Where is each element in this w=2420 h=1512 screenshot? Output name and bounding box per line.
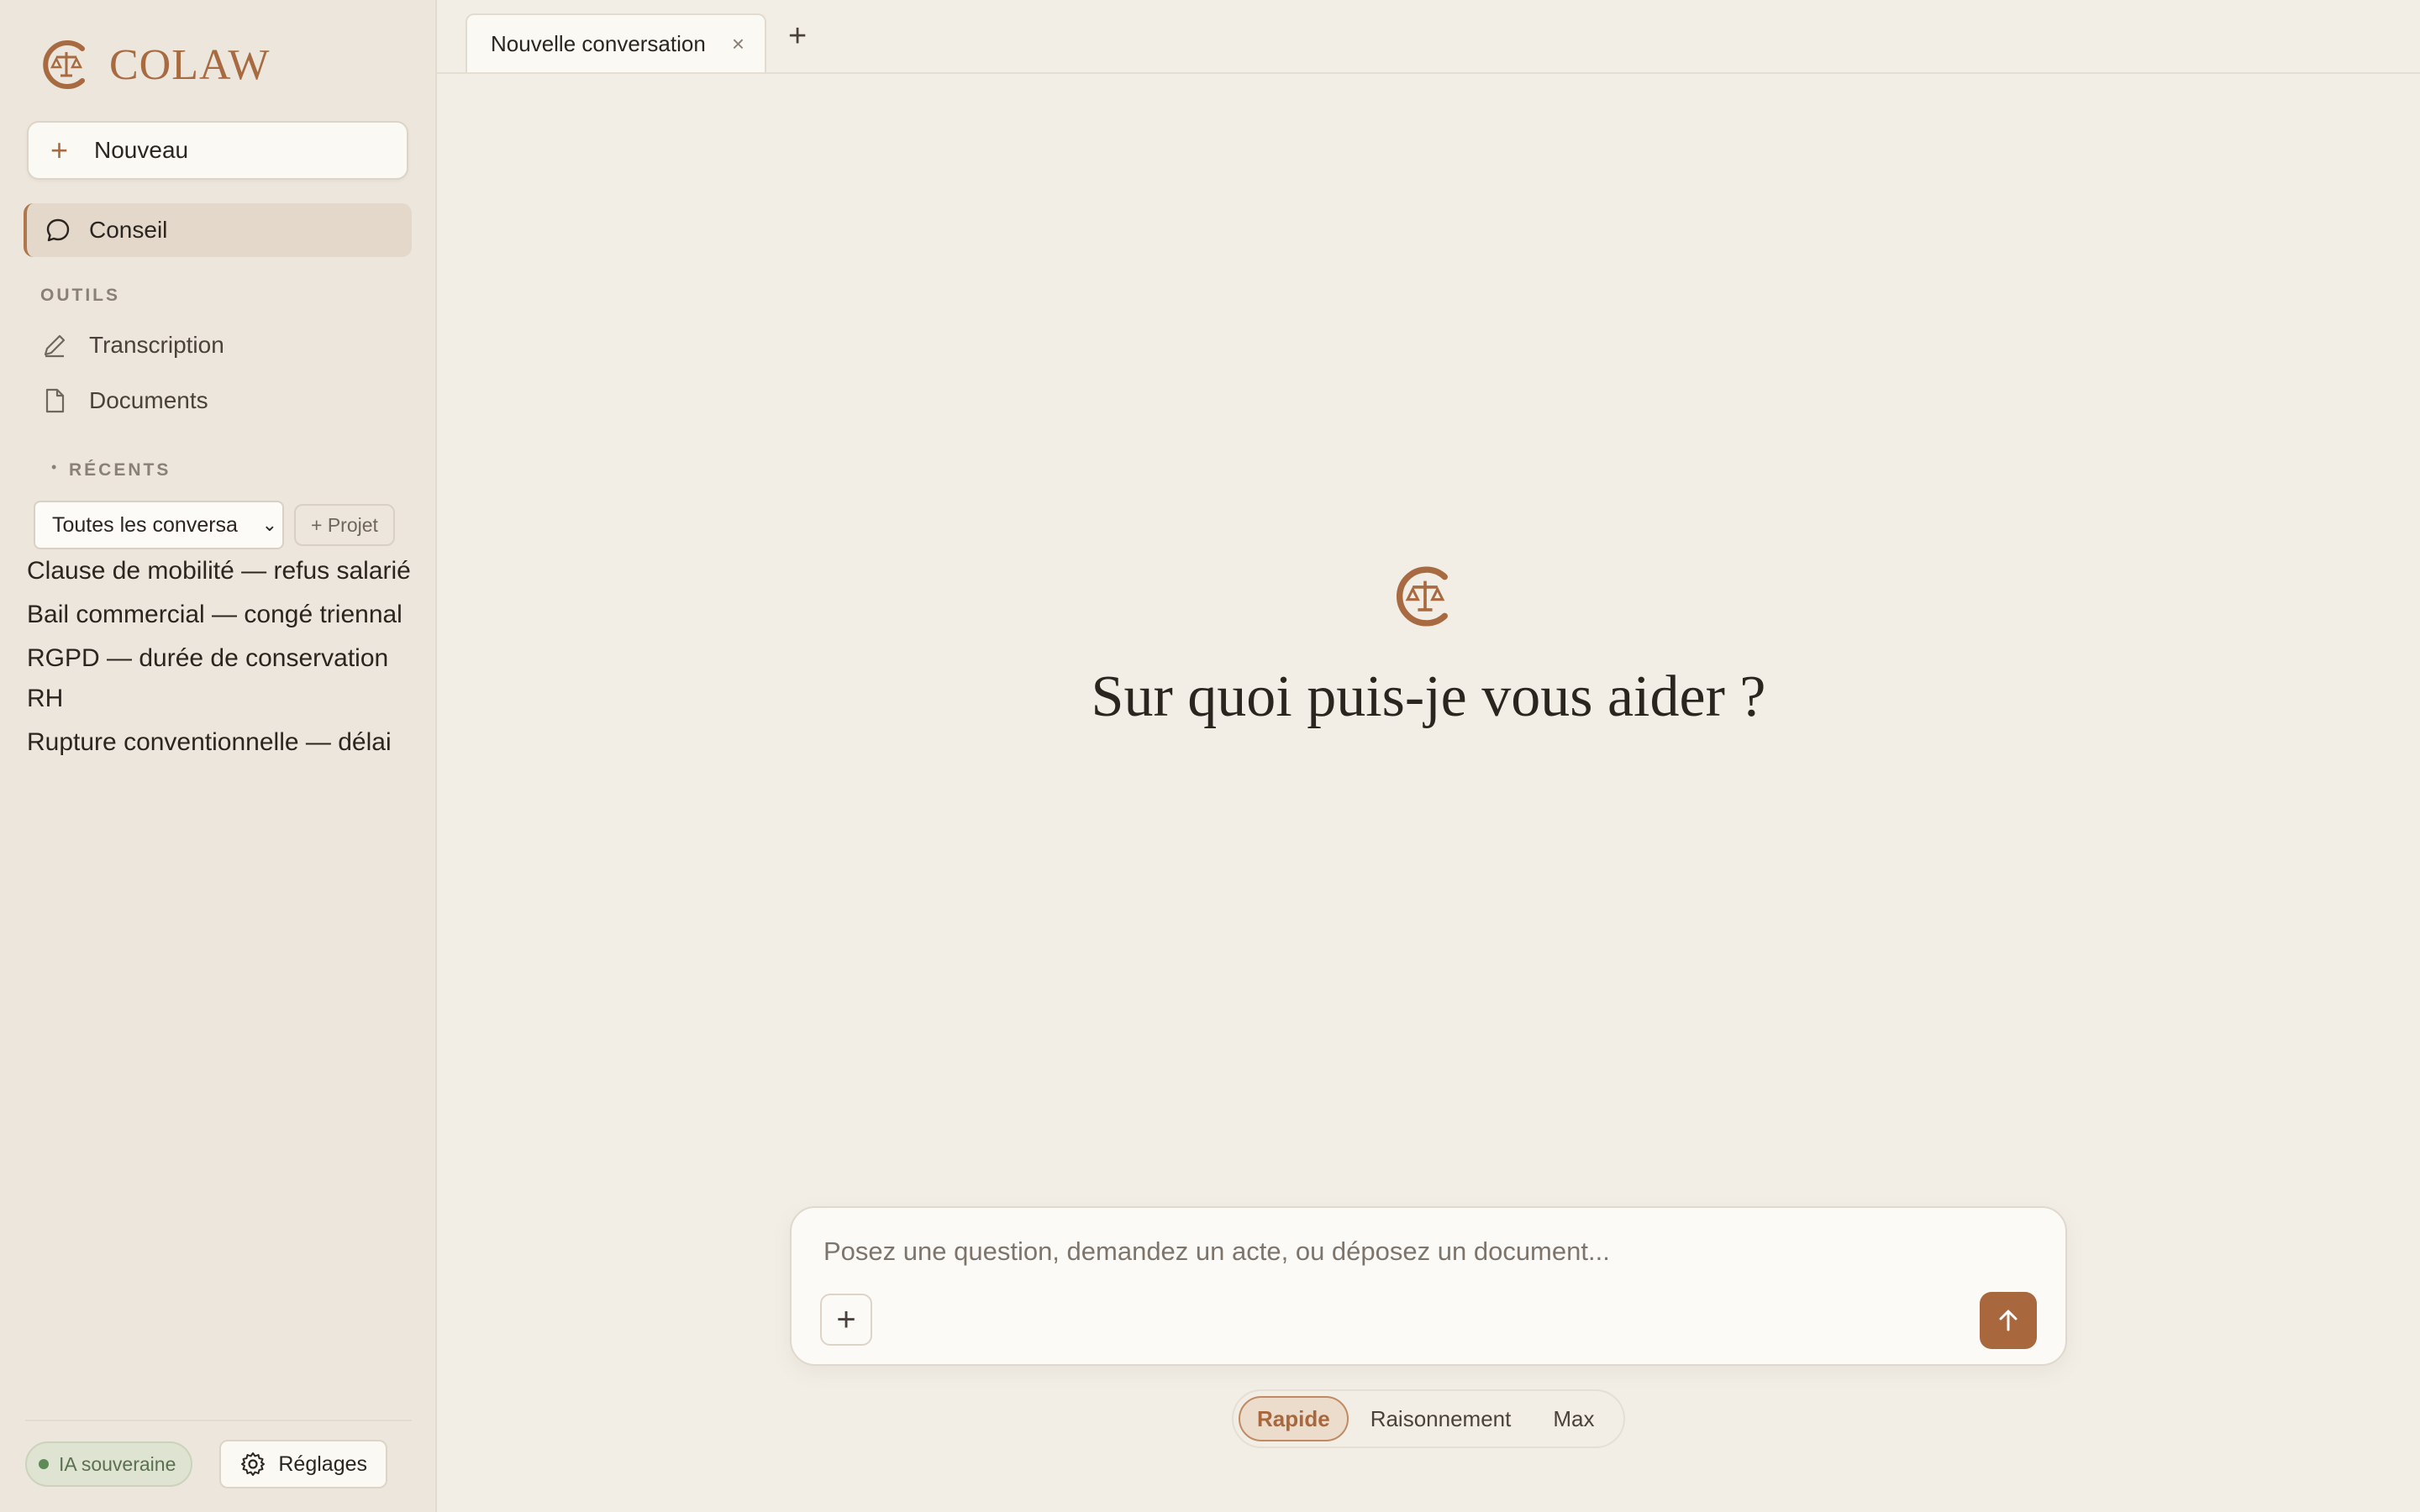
tool-item-label: Transcription [89,332,224,358]
message-composer: Posez une question, demandez un acte, ou… [790,1206,2067,1366]
new-project-button[interactable]: + Projet [294,504,395,546]
document-icon [45,388,65,413]
tab-new-conversation[interactable]: Nouvelle conversation × [466,13,766,72]
tab-label: Nouvelle conversation [491,30,706,56]
new-conversation-button[interactable]: + Nouveau [27,121,408,180]
recent-conversation-item[interactable]: Bail commercial — congé triennal [27,595,422,635]
recents-filter-row: Toutes les conversa ⌄ + Projet [34,501,395,549]
tools-section-title: OUTILS [40,286,120,305]
app-window: COLAW + Nouveau Conseil OUTILS Transcrip… [0,0,2420,1512]
recent-conversation-item[interactable]: Rupture conventionnelle — délai [27,722,422,763]
gear-icon [241,1452,266,1476]
plus-icon: + [50,133,69,167]
sidebar: COLAW + Nouveau Conseil OUTILS Transcrip… [0,0,437,1512]
collapse-dot-icon[interactable]: • [51,459,56,476]
hero-title: Sur quoi puis-je vous aider ? [1091,664,1766,729]
recents-section-title[interactable]: RÉCENTS [69,460,171,480]
colaw-logo-icon [1396,566,1448,627]
send-button[interactable] [1980,1292,2037,1349]
new-button-label: Nouveau [94,137,189,163]
tab-bar: Nouvelle conversation × + [437,0,2420,74]
recent-conversations-list: Clause de mobilité — refus salarié Bail … [27,551,422,766]
tool-item-label: Documents [89,387,208,413]
mode-option-rapide[interactable]: Rapide [1239,1396,1349,1441]
chevron-down-icon: ⌄ [261,514,277,535]
tool-item-documents[interactable]: Documents [40,380,208,422]
colaw-logo-icon [43,40,85,89]
nav-item-label: Conseil [89,217,168,243]
recent-conversation-item[interactable]: Clause de mobilité — refus salarié [27,551,422,591]
filter-selected-value: Toutes les conversa [52,512,238,537]
nav-item-conseil[interactable]: Conseil [24,203,412,257]
attach-button[interactable]: + [820,1294,872,1346]
settings-button[interactable]: Réglages [219,1440,388,1488]
pencil-icon [44,334,66,358]
close-icon[interactable]: × [732,31,744,57]
settings-label: Réglages [278,1452,368,1476]
message-input[interactable]: Posez une question, demandez un acte, ou… [823,1236,1610,1267]
sovereign-ai-badge: IA souveraine [25,1441,193,1487]
plus-icon: + [836,1300,856,1338]
sidebar-footer: IA souveraine Réglages [25,1420,412,1488]
status-dot-icon [39,1459,49,1469]
brand-name: COLAW [109,40,271,89]
recent-conversation-item[interactable]: RGPD — durée de conservation RH [27,638,422,719]
main-panel: Nouvelle conversation × + Sur quoi puis-… [437,0,2420,1512]
mode-option-max[interactable]: Max [1553,1396,1594,1441]
conversation-filter-select[interactable]: Toutes les conversa ⌄ [34,501,284,549]
chat-bubble-icon [46,218,70,242]
add-tab-button[interactable]: + [788,18,807,55]
sovereign-label: IA souveraine [59,1452,176,1475]
mode-option-raisonnement[interactable]: Raisonnement [1370,1396,1512,1441]
tool-item-transcription[interactable]: Transcription [40,324,224,366]
brand[interactable]: COLAW [42,39,270,91]
arrow-up-icon [1999,1310,2018,1331]
mode-selector: Rapide Raisonnement Max [1232,1389,1625,1448]
